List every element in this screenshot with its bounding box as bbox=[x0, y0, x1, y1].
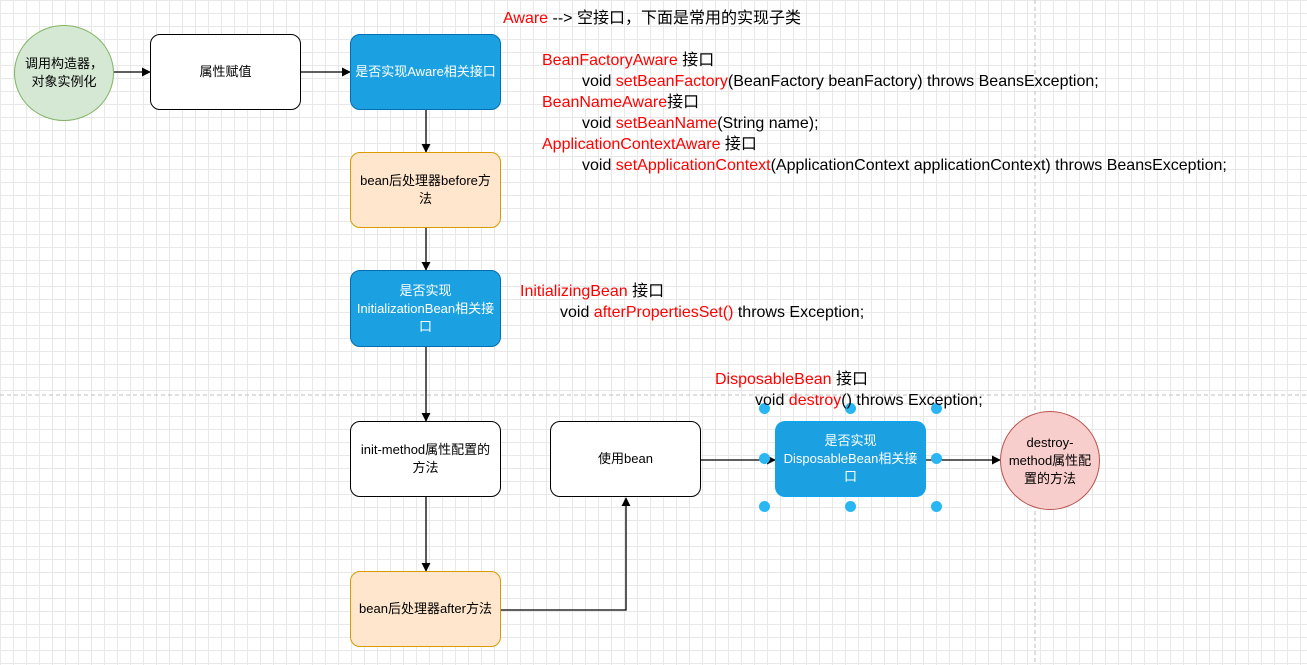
node-constructor-label: 调用构造器，对象实例化 bbox=[24, 56, 103, 89]
method-prefix: void bbox=[560, 304, 594, 321]
method-name: setApplicationContext bbox=[615, 157, 771, 174]
method-prefix: void bbox=[755, 392, 789, 409]
note-initializing-interface: InitializingBean 接口 bbox=[520, 281, 864, 302]
method-prefix: void bbox=[582, 73, 616, 90]
method-prefix: void bbox=[582, 115, 616, 132]
node-disposable-check-label: 是否实现DisposableBean相关接口 bbox=[783, 433, 918, 484]
method-suffix: (BeanFactory beanFactory) throws BeansEx… bbox=[727, 73, 1099, 90]
note-aware-item: ApplicationContextAware 接口 bbox=[542, 134, 1227, 155]
node-populate[interactable]: 属性赋值 bbox=[150, 34, 301, 110]
method-name: destroy bbox=[788, 392, 842, 409]
interface-name: DisposableBean bbox=[715, 371, 832, 388]
interface-name: BeanFactoryAware bbox=[542, 52, 678, 69]
edge-after-to-usebean[interactable] bbox=[501, 497, 631, 611]
resize-handle-bottom-right[interactable] bbox=[931, 501, 942, 512]
method-name: setBeanName bbox=[615, 115, 718, 132]
node-aware-check-label: 是否实现Aware相关接口 bbox=[355, 64, 496, 79]
node-post-before-label: bean后处理器before方法 bbox=[360, 173, 491, 206]
interface-name: InitializingBean bbox=[520, 283, 628, 300]
node-constructor[interactable]: 调用构造器，对象实例化 bbox=[14, 25, 114, 121]
interface-name: ApplicationContextAware bbox=[542, 136, 721, 153]
resize-handle-bottom-left[interactable] bbox=[759, 501, 770, 512]
note-initializing-method: void afterPropertiesSet() throws Excepti… bbox=[520, 302, 864, 323]
node-populate-label: 属性赋值 bbox=[199, 64, 252, 79]
method-prefix: void bbox=[582, 157, 616, 174]
note-aware-method: void setBeanName(String name); bbox=[542, 113, 1227, 134]
node-post-after[interactable]: bean后处理器after方法 bbox=[350, 571, 501, 647]
note-disposable-method: void destroy() throws Exception; bbox=[715, 390, 983, 411]
node-init-bean-check-label: 是否实现InitializationBean相关接口 bbox=[356, 282, 495, 334]
note-aware-rest: --> 空接口，下面是常用的实现子类 bbox=[548, 10, 801, 27]
node-use-bean[interactable]: 使用bean bbox=[550, 421, 701, 497]
method-name: afterPropertiesSet() bbox=[593, 304, 734, 321]
note-disposable[interactable]: DisposableBean 接口 void destroy() throws … bbox=[715, 369, 983, 411]
note-aware-header[interactable]: Aware --> 空接口，下面是常用的实现子类 bbox=[503, 8, 801, 29]
node-destroy-method-label: destroy-method属性配置的方法 bbox=[1008, 434, 1092, 486]
interface-name: BeanNameAware bbox=[542, 94, 668, 111]
node-init-method-label: init-method属性配置的方法 bbox=[360, 442, 491, 475]
node-init-method[interactable]: init-method属性配置的方法 bbox=[350, 421, 501, 497]
interface-suffix: 接口 bbox=[677, 52, 715, 69]
resize-handle-left[interactable] bbox=[759, 453, 770, 464]
interface-suffix: 接口 bbox=[627, 283, 665, 300]
method-suffix: (String name); bbox=[717, 115, 819, 132]
node-init-bean-check[interactable]: 是否实现InitializationBean相关接口 bbox=[350, 270, 501, 347]
note-disposable-interface: DisposableBean 接口 bbox=[715, 369, 983, 390]
node-aware-check[interactable]: 是否实现Aware相关接口 bbox=[350, 34, 501, 110]
note-aware-list[interactable]: BeanFactoryAware 接口 void setBeanFactory(… bbox=[542, 50, 1227, 176]
node-destroy-method[interactable]: destroy-method属性配置的方法 bbox=[1000, 411, 1100, 510]
note-aware-name: Aware bbox=[503, 10, 549, 27]
node-post-before[interactable]: bean后处理器before方法 bbox=[350, 152, 501, 228]
interface-suffix: 接口 bbox=[720, 136, 757, 153]
note-aware-item: BeanNameAware接口 bbox=[542, 92, 1227, 113]
resize-handle-right[interactable] bbox=[931, 453, 942, 464]
method-suffix: throws Exception; bbox=[733, 304, 865, 321]
method-name: setBeanFactory bbox=[615, 73, 728, 90]
diagram-canvas[interactable]: 调用构造器，对象实例化 属性赋值 是否实现Aware相关接口 bean后处理器b… bbox=[0, 0, 1307, 665]
node-use-bean-label: 使用bean bbox=[598, 451, 653, 466]
note-initializing[interactable]: InitializingBean 接口 void afterProperties… bbox=[520, 281, 864, 323]
node-disposable-check[interactable]: 是否实现DisposableBean相关接口 bbox=[775, 421, 926, 497]
method-suffix: (ApplicationContext applicationContext) … bbox=[770, 157, 1227, 174]
interface-suffix: 接口 bbox=[831, 371, 868, 388]
node-post-after-label: bean后处理器after方法 bbox=[359, 601, 492, 616]
note-aware-method: void setBeanFactory(BeanFactory beanFact… bbox=[542, 71, 1227, 92]
note-aware-method: void setApplicationContext(ApplicationCo… bbox=[542, 155, 1227, 176]
interface-suffix: 接口 bbox=[667, 94, 700, 111]
method-suffix: () throws Exception; bbox=[841, 392, 983, 409]
resize-handle-bottom[interactable] bbox=[845, 501, 856, 512]
note-aware-item: BeanFactoryAware 接口 bbox=[542, 50, 1227, 71]
